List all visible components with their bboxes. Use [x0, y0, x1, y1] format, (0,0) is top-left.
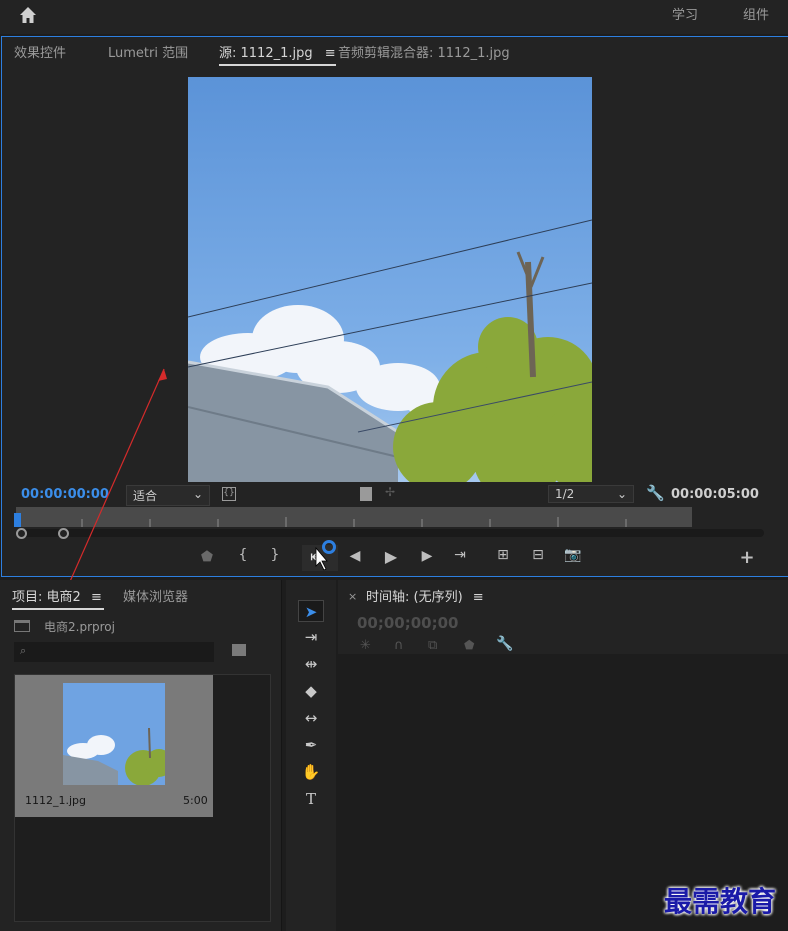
- snap-icon[interactable]: ∩: [394, 638, 404, 653]
- track-select-tool-icon[interactable]: ⇥: [298, 626, 324, 648]
- panel-menu-icon[interactable]: ≡: [473, 590, 484, 605]
- watermark-logo: 最需教育: [664, 885, 777, 918]
- clip-name: 1112_1.jpg: [25, 794, 87, 807]
- project-file-name: 电商2.prproj: [44, 620, 115, 634]
- tab-media-browser[interactable]: 媒体浏览器: [123, 586, 188, 605]
- timeline-timecode[interactable]: 00;00;00;00: [357, 614, 459, 632]
- ripple-edit-tool-icon[interactable]: ⇹: [298, 653, 324, 675]
- selection-tool-icon[interactable]: ➤: [298, 600, 324, 622]
- timeline-panel: × 时间轴: (无序列) ≡ 00;00;00;00 ✳ ∩ ⧉ ⬟ 🔧: [338, 580, 788, 931]
- tools-panel: ➤ ⇥ ⇹ ◆ ↔ ✒ ✋ T: [286, 580, 336, 931]
- razor-tool-icon[interactable]: ◆: [298, 680, 324, 702]
- folder-icon: [14, 620, 30, 632]
- panel-menu-icon[interactable]: ≡: [91, 590, 102, 605]
- clip-thumbnail-card[interactable]: 1112_1.jpg 5:00: [15, 675, 213, 817]
- tab-timeline-label: 时间轴: (无序列): [366, 590, 463, 605]
- wrench-icon[interactable]: 🔧: [496, 636, 513, 652]
- nest-icon[interactable]: ✳: [360, 638, 371, 653]
- find-icon[interactable]: [232, 644, 246, 656]
- tab-project[interactable]: 项目: 电商2 ≡: [12, 586, 104, 610]
- search-input[interactable]: ⌕: [14, 642, 214, 662]
- hand-tool-icon[interactable]: ✋: [298, 761, 324, 783]
- slip-tool-icon[interactable]: ↔: [298, 707, 324, 729]
- project-panel: 项目: 电商2 ≡ 媒体浏览器 电商2.prproj ⌕ 1112_1.jpg …: [0, 580, 282, 931]
- type-tool-icon[interactable]: T: [298, 788, 324, 810]
- close-icon[interactable]: ×: [348, 590, 357, 603]
- add-marker-icon[interactable]: ⬟: [464, 638, 474, 652]
- search-icon: ⌕: [20, 644, 27, 657]
- clip-duration: 5:00: [183, 794, 208, 807]
- tab-project-label: 项目: 电商2: [12, 590, 81, 605]
- clip-thumbnail-image: [63, 683, 165, 785]
- tab-timeline[interactable]: 时间轴: (无序列) ≡: [366, 586, 484, 605]
- pen-tool-icon[interactable]: ✒: [298, 734, 324, 756]
- linked-selection-icon[interactable]: ⧉: [428, 638, 437, 653]
